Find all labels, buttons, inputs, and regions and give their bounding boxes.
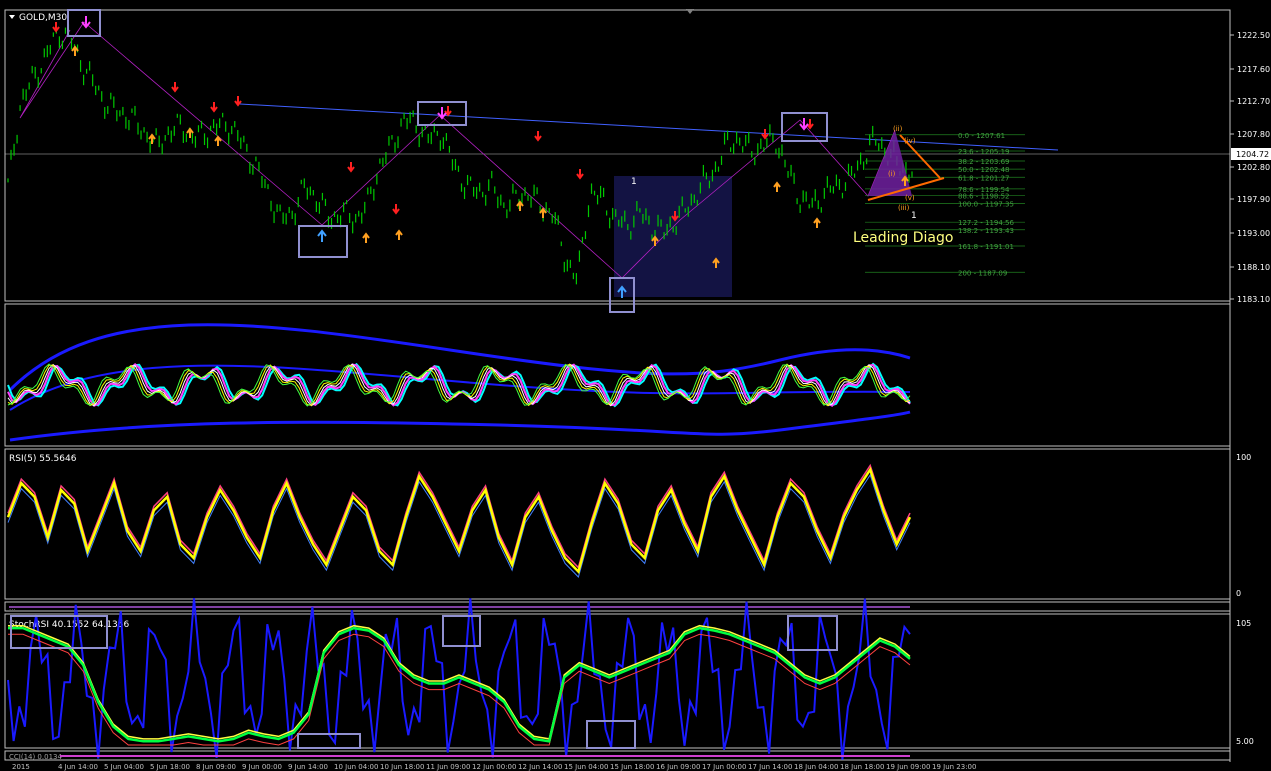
rsi-bottom-tick: 0: [1236, 589, 1241, 598]
time-tick-label: 19 Jun 23:00: [932, 763, 976, 771]
time-tick-label: 2015: [12, 763, 30, 771]
time-tick-label: 12 Jun 14:00: [518, 763, 562, 771]
stoch-bottom-tick: 5.00: [1236, 737, 1254, 746]
price-tick-label: 1188.10: [1237, 263, 1270, 272]
time-tick-label: 19 Jun 09:00: [886, 763, 930, 771]
wave-label-iii: (iii): [898, 204, 910, 212]
bottom-pane-label: CCI(14) 0.0134: [9, 753, 62, 761]
price-tick-label: 1183.10: [1237, 295, 1270, 304]
rsi-top-tick: 100: [1236, 453, 1251, 462]
rsi-label: RSI(5) 55.5646: [9, 454, 77, 464]
time-tick-label: 16 Jun 09:00: [656, 763, 700, 771]
fib-level-label: 50.0 - 1202.48: [958, 166, 1010, 174]
time-tick-label: 17 Jun 14:00: [748, 763, 792, 771]
wave-label-iv: (iv): [904, 137, 916, 145]
time-tick-label: 5 Jun 18:00: [150, 763, 190, 771]
current-price-label: 1204.72: [1236, 150, 1269, 159]
time-tick-label: 9 Jun 14:00: [288, 763, 328, 771]
fib-level-label: 100.0 - 1197.35: [958, 201, 1014, 209]
time-tick-label: 5 Jun 04:00: [104, 763, 144, 771]
time-tick-label: 15 Jun 18:00: [610, 763, 654, 771]
time-tick-label: 9 Jun 00:00: [242, 763, 282, 771]
time-tick-label: 11 Jun 09:00: [426, 763, 470, 771]
price-tick-label: 1202.80: [1237, 163, 1270, 172]
time-tick-label: 12 Jun 00:00: [472, 763, 516, 771]
time-tick-label: 10 Jun 04:00: [334, 763, 378, 771]
time-tick-label: 8 Jun 09:00: [196, 763, 236, 771]
fib-level-label: 61.8 - 1201.27: [958, 174, 1010, 182]
time-tick-label: 18 Jun 04:00: [794, 763, 838, 771]
rsi-pane[interactable]: [4, 448, 1231, 600]
price-tick-label: 1197.90: [1237, 195, 1270, 204]
time-tick-label: 4 Jun 14:00: [58, 763, 98, 771]
fib-level-label: 200 - 1187.09: [958, 269, 1007, 277]
price-tick-label: 1193.00: [1237, 229, 1270, 238]
time-axis: 2015 4 Jun 14:00 5 Jun 04:00 5 Jun 18:00 8 J…: [12, 763, 976, 771]
time-tick-label: 18 Jun 18:00: [840, 763, 884, 771]
time-tick-label: 17 Jun 00:00: [702, 763, 746, 771]
time-tick-label: 10 Jun 18:00: [380, 763, 424, 771]
time-tick-label: 15 Jun 04:00: [564, 763, 608, 771]
fib-level-label: 161.8 - 1191.01: [958, 243, 1014, 251]
fib-level-label: 0.0 - 1207.61: [958, 132, 1005, 140]
fib-level-label: 88.6 - 1198.52: [958, 193, 1010, 201]
wave-label-1-center: 1: [631, 177, 637, 187]
fib-level-label: 138.2 - 1193.43: [958, 227, 1014, 235]
price-axis: 1222.50 1217.60 1212.70 1207.80 1202.80 1197.…: [1230, 31, 1270, 304]
wave-label-ii: (ii): [893, 125, 903, 133]
stoch-pane[interactable]: [4, 613, 1231, 749]
fib-level-label: 23.6 - 1205.19: [958, 148, 1010, 156]
trading-chart: GOLD,M30 1222.501217.601212.701207.80120…: [4, 9, 1271, 771]
wave-label-v: (v): [905, 194, 915, 202]
price-tick-label: 1207.80: [1237, 130, 1270, 139]
price-tick-label: 1217.60: [1237, 65, 1270, 74]
price-tick-label: 1222.50: [1237, 31, 1270, 40]
stoch-top-tick: 105: [1236, 619, 1251, 628]
fib-level-label: 38.2 - 1203.69: [958, 158, 1010, 166]
symbol-label: GOLD,M30: [19, 13, 67, 23]
price-tick-label: 1212.70: [1237, 97, 1270, 106]
wave-label-i: (i): [888, 170, 896, 178]
pattern-label: Leading Diago: [853, 230, 953, 246]
wave-label-1: 1: [911, 211, 917, 221]
